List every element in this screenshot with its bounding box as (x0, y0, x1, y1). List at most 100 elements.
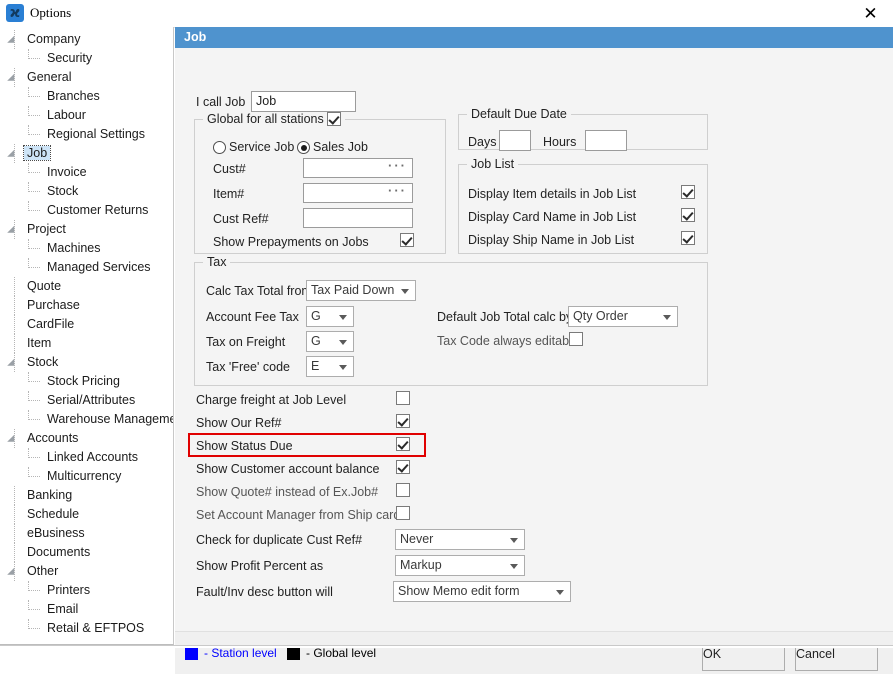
global-stations-group-title: Global for all stations (203, 112, 345, 126)
tree-expander-icon[interactable] (7, 226, 18, 237)
job-option-checkbox[interactable] (396, 483, 410, 497)
cust-ref-input[interactable] (303, 208, 413, 228)
sidebar-item-accounts[interactable]: Accounts (0, 429, 173, 448)
sidebar-item-label: Customer Returns (44, 203, 151, 217)
sidebar-item-branches[interactable]: Branches (0, 87, 173, 106)
due-hours-label: Hours (543, 135, 576, 149)
service-job-radio[interactable] (213, 141, 226, 154)
job-option-checkbox[interactable] (396, 391, 410, 405)
tax-on-freight-select[interactable]: G (306, 331, 354, 352)
cust-no-input[interactable] (303, 158, 413, 178)
sidebar-item-label: Schedule (24, 507, 82, 521)
sidebar-item-labour[interactable]: Labour (0, 106, 173, 125)
due-days-input[interactable] (499, 130, 531, 151)
sidebar-item-printers[interactable]: Printers (0, 581, 173, 600)
sidebar-item-stock[interactable]: Stock (0, 353, 173, 372)
due-hours-input[interactable] (585, 130, 627, 151)
i-call-job-label: I call Job (196, 95, 245, 109)
tree-guide-line (14, 277, 16, 296)
show-prepayments-checkbox[interactable] (400, 233, 414, 247)
sidebar-item-general[interactable]: General (0, 68, 173, 87)
sales-job-label: Sales Job (313, 140, 368, 154)
tree-guide-line (28, 58, 40, 60)
cust-no-label: Cust# (213, 162, 246, 176)
sidebar-item-schedule[interactable]: Schedule (0, 505, 173, 524)
cancel-button[interactable]: Cancel (795, 646, 878, 671)
tree-guide-line (28, 134, 40, 136)
tree-expander-icon[interactable] (7, 36, 18, 47)
sidebar-item-quote[interactable]: Quote (0, 277, 173, 296)
tree-expander-icon[interactable] (7, 568, 18, 579)
job-list-group-title: Job List (467, 157, 518, 171)
calc-tax-total-from-label: Calc Tax Total from (206, 284, 312, 298)
tree-expander-icon[interactable] (7, 74, 18, 85)
global-for-all-stations-checkbox[interactable] (327, 112, 341, 126)
job-dropdown-value: Markup (400, 558, 442, 572)
sales-job-radio[interactable] (297, 141, 310, 154)
job-option-checkbox[interactable] (396, 414, 410, 428)
sidebar-item-label: Security (44, 51, 95, 65)
tax-code-always-editable-checkbox[interactable] (569, 332, 583, 346)
window-title: Options (30, 5, 71, 21)
sidebar-item-linked-accounts[interactable]: Linked Accounts (0, 448, 173, 467)
sidebar-item-managed-services[interactable]: Managed Services (0, 258, 173, 277)
sidebar-item-label: Item (24, 336, 54, 350)
sidebar-item-project[interactable]: Project (0, 220, 173, 239)
chevron-down-icon (339, 315, 347, 320)
sidebar-item-email[interactable]: Email (0, 600, 173, 619)
settings-tree[interactable]: Company Security GeneralBranches Labour Regi… (0, 27, 174, 645)
app-icon: ϰ (6, 4, 24, 22)
tax-group-title: Tax (203, 255, 230, 269)
tax-free-code-select[interactable]: E (306, 356, 354, 377)
sidebar-item-multicurrency[interactable]: Multicurrency (0, 467, 173, 486)
sidebar-item-company[interactable]: Company (0, 30, 173, 49)
job-dropdown-select[interactable]: Show Memo edit form (393, 581, 571, 602)
sidebar-item-other[interactable]: Other (0, 562, 173, 581)
job-list-option-checkbox[interactable] (681, 185, 695, 199)
calc-tax-total-from-select[interactable]: Tax Paid Down (306, 280, 416, 301)
close-icon[interactable]: ✕ (848, 0, 893, 27)
sidebar-item-cardfile[interactable]: CardFile (0, 315, 173, 334)
job-dropdown-select[interactable]: Markup (395, 555, 525, 576)
sidebar-item-item[interactable]: Item (0, 334, 173, 353)
sidebar-item-customer-returns[interactable]: Customer Returns (0, 201, 173, 220)
account-fee-tax-select[interactable]: G (306, 306, 354, 327)
sidebar-item-label: Quote (24, 279, 64, 293)
tree-expander-icon[interactable] (7, 359, 18, 370)
job-option-checkbox[interactable] (396, 460, 410, 474)
ok-button[interactable]: OK (702, 646, 785, 671)
tree-guide-line (28, 191, 40, 193)
sidebar-item-documents[interactable]: Documents (0, 543, 173, 562)
chevron-down-icon (339, 365, 347, 370)
job-option-checkbox[interactable] (396, 506, 410, 520)
job-list-option-checkbox[interactable] (681, 208, 695, 222)
sidebar-item-machines[interactable]: Machines (0, 239, 173, 258)
job-option-label: Show Quote# instead of Ex.Job# (196, 485, 378, 499)
default-job-total-calc-by-select[interactable]: Qty Order (568, 306, 678, 327)
job-dropdown-select[interactable]: Never (395, 529, 525, 550)
sidebar-item-ebusiness[interactable]: eBusiness (0, 524, 173, 543)
tree-guide-line (28, 381, 40, 383)
sidebar-item-label: Labour (44, 108, 89, 122)
sidebar-item-label: Project (24, 222, 69, 236)
sidebar-item-regional-settings[interactable]: Regional Settings (0, 125, 173, 144)
tree-expander-icon[interactable] (7, 435, 18, 446)
sidebar-item-job[interactable]: Job (0, 144, 173, 163)
i-call-job-input[interactable]: Job (251, 91, 356, 112)
sidebar-item-invoice[interactable]: Invoice (0, 163, 173, 182)
sidebar-item-stock[interactable]: Stock (0, 182, 173, 201)
tree-guide-line (28, 590, 40, 592)
sidebar-item-stock-pricing[interactable]: Stock Pricing (0, 372, 173, 391)
sidebar-item-banking[interactable]: Banking (0, 486, 173, 505)
sidebar-item-purchase[interactable]: Purchase (0, 296, 173, 315)
job-dropdown-value: Show Memo edit form (398, 584, 520, 598)
sidebar-item-serial-attributes[interactable]: Serial/Attributes (0, 391, 173, 410)
job-option-checkbox[interactable] (396, 437, 410, 451)
sidebar-item-security[interactable]: Security (0, 49, 173, 68)
tree-expander-icon[interactable] (7, 150, 18, 161)
item-no-input[interactable] (303, 183, 413, 203)
tree-guide-line (14, 543, 16, 562)
sidebar-item-warehouse-management[interactable]: Warehouse Management (0, 410, 173, 429)
job-list-option-checkbox[interactable] (681, 231, 695, 245)
sidebar-item-retail-eftpos[interactable]: Retail & EFTPOS (0, 619, 173, 638)
